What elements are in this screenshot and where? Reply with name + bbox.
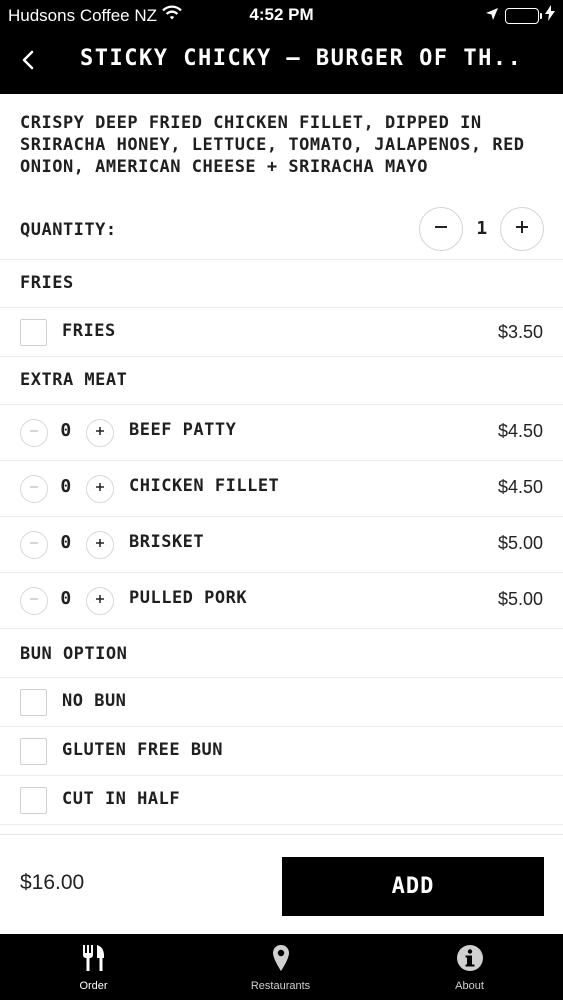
navigation-bar: STICKY CHICKY – BURGER OF TH...: [0, 30, 563, 94]
beef-patty-count: 0: [60, 420, 72, 441]
chicken-fillet-decrease-button[interactable]: [20, 475, 48, 503]
beef-patty-increase-button[interactable]: [86, 419, 114, 447]
section-header-extra-meat: EXTRA MEAT: [0, 357, 563, 405]
tab-order[interactable]: Order: [0, 934, 187, 1000]
option-label: NO BUN: [62, 691, 127, 711]
option-label: PULLED PORK: [129, 588, 248, 608]
beef-patty-decrease-button[interactable]: [20, 419, 48, 447]
option-row-pulled-pork: 0 PULLED PORK $5.00: [0, 573, 563, 629]
quantity-increase-button[interactable]: [500, 207, 544, 251]
tab-bar: Order Restaurants About: [0, 934, 563, 1000]
status-right: [485, 5, 555, 26]
minus-icon: [28, 536, 40, 554]
section-title: EXTRA MEAT: [20, 370, 128, 390]
pulled-pork-decrease-button[interactable]: [20, 587, 48, 615]
option-label: FRIES: [62, 321, 116, 341]
charging-bolt-icon: [545, 5, 555, 26]
option-price: $5.00: [497, 589, 543, 609]
option-label: CUT IN HALF: [62, 789, 181, 809]
item-description: CRISPY DEEP FRIED CHICKEN FILLET, DIPPED…: [20, 113, 525, 177]
order-total: $16.00: [20, 871, 85, 894]
section-title: FRIES: [20, 273, 74, 293]
add-to-order-button[interactable]: ADD: [282, 857, 544, 916]
tab-restaurants[interactable]: Restaurants: [187, 934, 374, 1000]
quantity-decrease-button[interactable]: [419, 207, 463, 251]
brisket-count: 0: [60, 532, 72, 553]
option-label: GLUTEN FREE BUN: [62, 740, 224, 760]
gluten-free-bun-checkbox[interactable]: [20, 738, 47, 765]
option-row-chicken-fillet: 0 CHICKEN FILLET $4.50: [0, 461, 563, 517]
tab-label: Order: [79, 980, 108, 992]
order-footer: $16.00 ADD: [0, 834, 563, 934]
option-row-fries[interactable]: FRIES $3.50: [0, 308, 563, 357]
minus-icon: [433, 219, 449, 240]
quantity-stepper: QUANTITY: 1: [0, 198, 563, 260]
option-label: BRISKET: [129, 532, 205, 552]
page-title: STICKY CHICKY – BURGER OF TH...: [80, 46, 520, 71]
status-bar: Hudsons Coffee NZ 4:52 PM: [0, 0, 563, 30]
section-header-bun-option: BUN OPTION: [0, 629, 563, 678]
option-row-cut-in-half[interactable]: CUT IN HALF: [0, 776, 563, 825]
plus-icon: [94, 536, 106, 554]
status-time: 4:52 PM: [249, 5, 314, 24]
plus-icon: [94, 480, 106, 498]
plus-icon: [94, 592, 106, 610]
chicken-fillet-count: 0: [60, 476, 72, 497]
section-header-fries: FRIES: [0, 260, 563, 308]
fries-checkbox[interactable]: [20, 319, 47, 346]
section-title: BUN OPTION: [20, 644, 128, 664]
quantity-value: 1: [476, 218, 488, 239]
brisket-increase-button[interactable]: [86, 531, 114, 559]
option-row-beef-patty: 0 BEEF PATTY $4.50: [0, 405, 563, 461]
info-icon: [376, 944, 563, 974]
pulled-pork-count: 0: [60, 588, 72, 609]
option-price: $4.50: [497, 477, 543, 497]
cut-in-half-checkbox[interactable]: [20, 787, 47, 814]
item-detail-content[interactable]: CRISPY DEEP FRIED CHICKEN FILLET, DIPPED…: [0, 94, 563, 834]
chevron-left-icon: [21, 50, 35, 75]
option-row-no-bun[interactable]: NO BUN: [0, 678, 563, 727]
back-button[interactable]: [12, 46, 44, 78]
location-arrow-icon: [485, 6, 499, 26]
tab-about[interactable]: About: [376, 934, 563, 1000]
chicken-fillet-increase-button[interactable]: [86, 475, 114, 503]
no-bun-checkbox[interactable]: [20, 689, 47, 716]
battery-icon: [505, 7, 542, 24]
option-label: CHICKEN FILLET: [129, 476, 280, 496]
option-row-gluten-free-bun[interactable]: GLUTEN FREE BUN: [0, 727, 563, 776]
fork-knife-icon: [0, 944, 187, 974]
plus-icon: [94, 424, 106, 442]
option-price: $3.50: [497, 322, 543, 342]
minus-icon: [28, 592, 40, 610]
option-price: $5.00: [497, 533, 543, 553]
map-pin-icon: [187, 944, 374, 974]
tab-label: About: [455, 980, 484, 992]
quantity-label: QUANTITY:: [20, 220, 117, 240]
minus-icon: [28, 424, 40, 442]
option-label: BEEF PATTY: [129, 420, 237, 440]
option-row-brisket: 0 BRISKET $5.00: [0, 517, 563, 573]
brisket-decrease-button[interactable]: [20, 531, 48, 559]
plus-icon: [514, 219, 530, 240]
option-price: $4.50: [497, 421, 543, 441]
minus-icon: [28, 480, 40, 498]
pulled-pork-increase-button[interactable]: [86, 587, 114, 615]
tab-label: Restaurants: [250, 980, 311, 992]
